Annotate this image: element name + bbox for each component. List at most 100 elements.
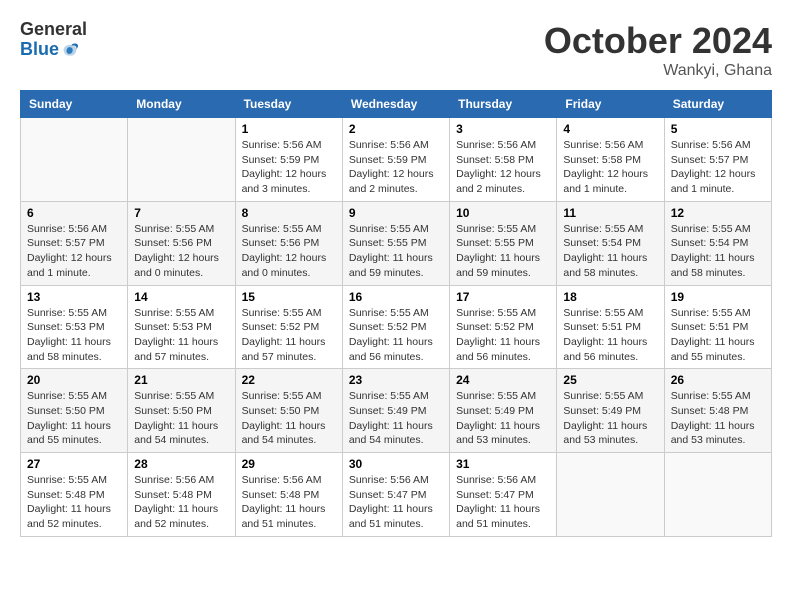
table-row: 31Sunrise: 5:56 AMSunset: 5:47 PMDayligh…: [450, 453, 557, 537]
day-info: Sunrise: 5:55 AMSunset: 5:54 PMDaylight:…: [671, 222, 765, 281]
day-number: 4: [563, 122, 657, 136]
day-number: 2: [349, 122, 443, 136]
day-info: Sunrise: 5:55 AMSunset: 5:51 PMDaylight:…: [563, 306, 657, 365]
day-number: 8: [242, 206, 336, 220]
page-header: General Blue October 2024 Wankyi, Ghana: [20, 20, 772, 80]
table-row: [21, 118, 128, 202]
day-info: Sunrise: 5:56 AMSunset: 5:58 PMDaylight:…: [563, 138, 657, 197]
sunrise-text: Sunrise: 5:55 AM: [456, 222, 550, 237]
day-info: Sunrise: 5:55 AMSunset: 5:48 PMDaylight:…: [27, 473, 121, 532]
sunrise-text: Sunrise: 5:56 AM: [671, 138, 765, 153]
table-row: 9Sunrise: 5:55 AMSunset: 5:55 PMDaylight…: [342, 201, 449, 285]
table-row: 8 Sunrise: 5:55 AMSunset: 5:56 PMDaylight…: [235, 201, 342, 285]
sunset-text: Sunset: 5:49 PM: [456, 404, 550, 419]
calendar-week-2: 6Sunrise: 5:56 AMSunset: 5:57 PMDaylight…: [21, 201, 772, 285]
sunrise-text: Sunrise: 5:55 AM: [671, 389, 765, 404]
sunset-text: Sunset: 5:50 PM: [242, 404, 336, 419]
table-row: 26Sunrise: 5:55 AMSunset: 5:48 PMDayligh…: [664, 369, 771, 453]
logo-text: General Blue: [20, 20, 87, 60]
daylight-text: Daylight: 11 hours and 54 minutes.: [134, 419, 228, 448]
calendar-week-4: 20Sunrise: 5:55 AMSunset: 5:50 PMDayligh…: [21, 369, 772, 453]
logo: General Blue: [20, 20, 87, 60]
sunrise-text: Sunrise: 5:56 AM: [563, 138, 657, 153]
day-info: Sunrise: 5:56 AMSunset: 5:59 PMDaylight:…: [349, 138, 443, 197]
table-row: [664, 453, 771, 537]
sunrise-text: Sunrise: 5:56 AM: [134, 473, 228, 488]
sunset-text: Sunset: 5:47 PM: [456, 488, 550, 503]
day-info: Sunrise: 5:56 AMSunset: 5:48 PMDaylight:…: [242, 473, 336, 532]
sunrise-text: Sunrise: 5:55 AM: [349, 306, 443, 321]
sunrise-text: Sunrise: 5:55 AM: [563, 389, 657, 404]
daylight-text: Daylight: 12 hours and 0 minutes.: [134, 251, 228, 280]
col-monday: Monday: [128, 91, 235, 118]
sunset-text: Sunset: 5:49 PM: [349, 404, 443, 419]
sunrise-text: Sunrise: 5:55 AM: [27, 389, 121, 404]
table-row: [557, 453, 664, 537]
day-info: Sunrise: 5:55 AMSunset: 5:56 PMDaylight:…: [134, 222, 228, 281]
daylight-text: Daylight: 11 hours and 53 minutes.: [671, 419, 765, 448]
calendar-header-row: Sunday Monday Tuesday Wednesday Thursday…: [21, 91, 772, 118]
day-number: 30: [349, 457, 443, 471]
table-row: 22Sunrise: 5:55 AMSunset: 5:50 PMDayligh…: [235, 369, 342, 453]
table-row: 25Sunrise: 5:55 AMSunset: 5:49 PMDayligh…: [557, 369, 664, 453]
day-info: Sunrise: 5:56 AMSunset: 5:48 PMDaylight:…: [134, 473, 228, 532]
daylight-text: Daylight: 11 hours and 54 minutes.: [242, 419, 336, 448]
sunrise-text: Sunrise: 5:55 AM: [27, 306, 121, 321]
day-info: Sunrise: 5:55 AMSunset: 5:49 PMDaylight:…: [563, 389, 657, 448]
day-info: Sunrise: 5:55 AMSunset: 5:50 PMDaylight:…: [134, 389, 228, 448]
daylight-text: Daylight: 11 hours and 55 minutes.: [671, 335, 765, 364]
day-number: 31: [456, 457, 550, 471]
table-row: 29Sunrise: 5:56 AMSunset: 5:48 PMDayligh…: [235, 453, 342, 537]
daylight-text: Daylight: 11 hours and 53 minutes.: [456, 419, 550, 448]
sunrise-text: Sunrise: 5:56 AM: [349, 138, 443, 153]
sunrise-text: Sunrise: 5:56 AM: [456, 473, 550, 488]
daylight-text: Daylight: 11 hours and 52 minutes.: [27, 502, 121, 531]
day-info: Sunrise: 5:56 AMSunset: 5:57 PMDaylight:…: [27, 222, 121, 281]
sunset-text: Sunset: 5:51 PM: [563, 320, 657, 335]
location: Wankyi, Ghana: [544, 62, 772, 80]
sunset-text: Sunset: 5:54 PM: [671, 236, 765, 251]
daylight-text: Daylight: 12 hours and 2 minutes.: [349, 167, 443, 196]
day-number: 5: [671, 122, 765, 136]
day-number: 14: [134, 290, 228, 304]
table-row: 7Sunrise: 5:55 AMSunset: 5:56 PMDaylight…: [128, 201, 235, 285]
daylight-text: Daylight: 11 hours and 52 minutes.: [134, 502, 228, 531]
table-row: [128, 118, 235, 202]
day-number: 22: [242, 373, 336, 387]
table-row: 30Sunrise: 5:56 AMSunset: 5:47 PMDayligh…: [342, 453, 449, 537]
sunrise-text: Sunrise: 5:55 AM: [242, 306, 336, 321]
day-number: 11: [563, 206, 657, 220]
table-row: 20Sunrise: 5:55 AMSunset: 5:50 PMDayligh…: [21, 369, 128, 453]
sunset-text: Sunset: 5:58 PM: [456, 153, 550, 168]
table-row: 28Sunrise: 5:56 AMSunset: 5:48 PMDayligh…: [128, 453, 235, 537]
day-info: Sunrise: 5:55 AMSunset: 5:52 PMDaylight:…: [242, 306, 336, 365]
day-info: Sunrise: 5:55 AMSunset: 5:48 PMDaylight:…: [671, 389, 765, 448]
logo-bird-icon: [61, 42, 79, 60]
col-sunday: Sunday: [21, 91, 128, 118]
daylight-text: Daylight: 12 hours and 1 minute.: [27, 251, 121, 280]
daylight-text: Daylight: 11 hours and 58 minutes.: [671, 251, 765, 280]
table-row: 13Sunrise: 5:55 AMSunset: 5:53 PMDayligh…: [21, 285, 128, 369]
day-info: Sunrise: 5:55 AMSunset: 5:53 PMDaylight:…: [134, 306, 228, 365]
daylight-text: Daylight: 11 hours and 51 minutes.: [242, 502, 336, 531]
day-number: 3: [456, 122, 550, 136]
sunset-text: Sunset: 5:57 PM: [671, 153, 765, 168]
table-row: 17Sunrise: 5:55 AMSunset: 5:52 PMDayligh…: [450, 285, 557, 369]
table-row: 19Sunrise: 5:55 AMSunset: 5:51 PMDayligh…: [664, 285, 771, 369]
day-info: Sunrise: 5:55 AMSunset: 5:56 PMDaylight:…: [242, 222, 336, 281]
day-number: 15: [242, 290, 336, 304]
day-number: 10: [456, 206, 550, 220]
sunrise-text: Sunrise: 5:55 AM: [563, 222, 657, 237]
sunrise-text: Sunrise: 5:55 AM: [242, 222, 336, 237]
sunrise-text: Sunrise: 5:56 AM: [27, 222, 121, 237]
sunset-text: Sunset: 5:56 PM: [134, 236, 228, 251]
sunset-text: Sunset: 5:48 PM: [27, 488, 121, 503]
calendar-week-1: 1Sunrise: 5:56 AMSunset: 5:59 PMDaylight…: [21, 118, 772, 202]
table-row: 11Sunrise: 5:55 AMSunset: 5:54 PMDayligh…: [557, 201, 664, 285]
sunrise-text: Sunrise: 5:55 AM: [456, 389, 550, 404]
daylight-text: Daylight: 11 hours and 56 minutes.: [456, 335, 550, 364]
daylight-text: Daylight: 11 hours and 53 minutes.: [563, 419, 657, 448]
day-info: Sunrise: 5:55 AMSunset: 5:55 PMDaylight:…: [456, 222, 550, 281]
table-row: 27Sunrise: 5:55 AMSunset: 5:48 PMDayligh…: [21, 453, 128, 537]
table-row: 15 Sunrise: 5:55 AMSunset: 5:52 PMDayligh…: [235, 285, 342, 369]
